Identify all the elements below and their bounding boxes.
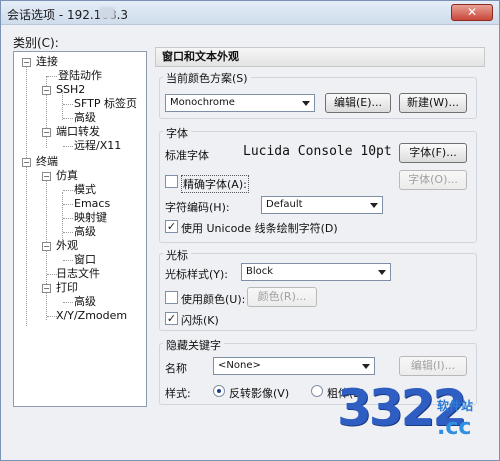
keyword-edit-button[interactable]: 编辑(I)...	[399, 356, 467, 376]
keyword-title: 隐藏关键字	[163, 337, 224, 353]
collapse-icon[interactable]: −	[42, 86, 51, 95]
precise-font-button[interactable]: 字体(O)...	[399, 170, 467, 190]
tree-item-connection[interactable]: 连接	[36, 55, 58, 69]
tree-item-emulation[interactable]: 仿真	[56, 169, 78, 183]
tree-item-window[interactable]: 窗口	[74, 253, 96, 267]
watermark-tag: 软件站	[437, 399, 474, 413]
bold-radio[interactable]	[311, 385, 323, 397]
tree-item-print-advanced[interactable]: 高级	[74, 295, 96, 309]
tree-item-login-actions[interactable]: 登陆动作	[58, 69, 102, 83]
tree-item-print[interactable]: 打印	[56, 281, 78, 295]
blink-checkbox[interactable]: ✓	[165, 312, 178, 325]
tree-item-sftp-tab[interactable]: SFTP 标签页	[74, 97, 137, 111]
blink-label: 闪烁(K)	[181, 314, 219, 327]
chevron-down-icon	[362, 364, 370, 369]
unicode-line-checkbox[interactable]: ✓	[165, 220, 178, 233]
category-tree[interactable]: − 连接 登陆动作 − SSH2 SFTP 标签页 高级 − 端口转发 远程/X…	[13, 51, 147, 407]
title-redaction	[99, 7, 115, 19]
tree-item-terminal[interactable]: 终端	[36, 155, 58, 169]
check-icon: ✓	[166, 220, 177, 233]
standard-font-label: 标准字体	[165, 149, 209, 162]
tree-item-log-file[interactable]: 日志文件	[56, 267, 100, 281]
collapse-icon[interactable]: −	[42, 284, 51, 293]
tree-item-ssh2-advanced[interactable]: 高级	[74, 111, 96, 125]
tree-line	[63, 204, 73, 205]
tree-line	[63, 232, 73, 233]
unicode-line-label: 使用 Unicode 线条绘制字符(D)	[181, 222, 338, 235]
tree-line	[63, 218, 73, 219]
chevron-down-icon	[378, 270, 386, 275]
tree-line	[63, 190, 73, 191]
tree-item-appearance[interactable]: 外观	[56, 239, 78, 253]
tree-line	[63, 118, 73, 119]
tree-line	[26, 62, 27, 170]
use-color-label: 使用颜色(U):	[181, 293, 246, 306]
tree-item-modes[interactable]: 模式	[74, 183, 96, 197]
cursor-color-button[interactable]: 颜色(R)...	[247, 287, 317, 307]
edit-scheme-button[interactable]: 编辑(E)...	[325, 93, 391, 113]
watermark-domain: .cc	[437, 415, 472, 440]
keyword-style-label: 样式:	[165, 387, 191, 400]
tree-item-remote-x11[interactable]: 远程/X11	[74, 139, 121, 153]
keyword-name-value: <None>	[218, 360, 261, 371]
color-scheme-title: 当前颜色方案(S)	[163, 70, 251, 86]
keyword-name-select[interactable]: <None>	[213, 357, 375, 375]
new-scheme-button[interactable]: 新建(W)...	[399, 93, 467, 113]
close-button[interactable]: ✕	[451, 4, 493, 21]
tree-line	[63, 302, 73, 303]
collapse-icon[interactable]: −	[22, 158, 31, 167]
category-label: 类别(C):	[13, 36, 59, 50]
color-scheme-value: Monochrome	[170, 97, 235, 108]
standard-font-value: Lucida Console 10pt	[243, 144, 392, 159]
tree-item-emacs[interactable]: Emacs	[74, 197, 110, 211]
font-button[interactable]: 字体(F)...	[399, 143, 467, 163]
collapse-icon[interactable]: −	[42, 128, 51, 137]
collapse-icon[interactable]: −	[42, 172, 51, 181]
chevron-down-icon	[302, 101, 310, 106]
encoding-label: 字符编码(H):	[165, 201, 230, 214]
tree-item-port-forwarding[interactable]: 端口转发	[56, 125, 100, 139]
tree-line	[26, 164, 27, 326]
cursor-style-select[interactable]: Block	[241, 263, 391, 281]
chevron-down-icon	[370, 203, 378, 208]
titlebar: 会话选项 - 192.168.3 ✕	[1, 1, 499, 25]
font-title: 字体	[163, 125, 191, 141]
collapse-icon[interactable]: −	[22, 58, 31, 67]
session-options-window: 会话选项 - 192.168.3 ✕ 类别(C): − 连接 登陆动作 − SS…	[0, 0, 500, 461]
tree-line	[63, 260, 73, 261]
tree-item-mapped-keys[interactable]: 映射键	[74, 211, 107, 225]
color-scheme-select[interactable]: Monochrome	[165, 94, 315, 112]
collapse-icon[interactable]: −	[42, 242, 51, 251]
encoding-select[interactable]: Default	[261, 196, 383, 214]
cursor-style-value: Block	[246, 266, 274, 277]
keyword-name-label: 名称	[165, 362, 187, 375]
tree-line	[63, 146, 73, 147]
tree-item-emulation-advanced[interactable]: 高级	[74, 225, 96, 239]
encoding-value: Default	[266, 199, 303, 210]
reverse-video-label: 反转影像(V)	[229, 387, 290, 400]
tree-line	[63, 104, 73, 105]
check-icon: ✓	[166, 312, 177, 325]
cursor-title: 光标	[163, 247, 191, 263]
precise-font-label: 精确字体(A):	[181, 175, 249, 193]
close-icon: ✕	[466, 5, 478, 19]
tree-line	[47, 76, 57, 77]
panel-header: 窗口和文本外观	[155, 47, 485, 67]
use-color-checkbox[interactable]	[165, 291, 178, 304]
cursor-style-label: 光标样式(Y):	[165, 268, 229, 281]
tree-item-xyzmodem[interactable]: X/Y/Zmodem	[56, 309, 127, 323]
reverse-video-radio[interactable]	[213, 385, 225, 397]
tree-item-ssh2[interactable]: SSH2	[56, 83, 85, 97]
precise-font-checkbox[interactable]	[165, 175, 178, 188]
